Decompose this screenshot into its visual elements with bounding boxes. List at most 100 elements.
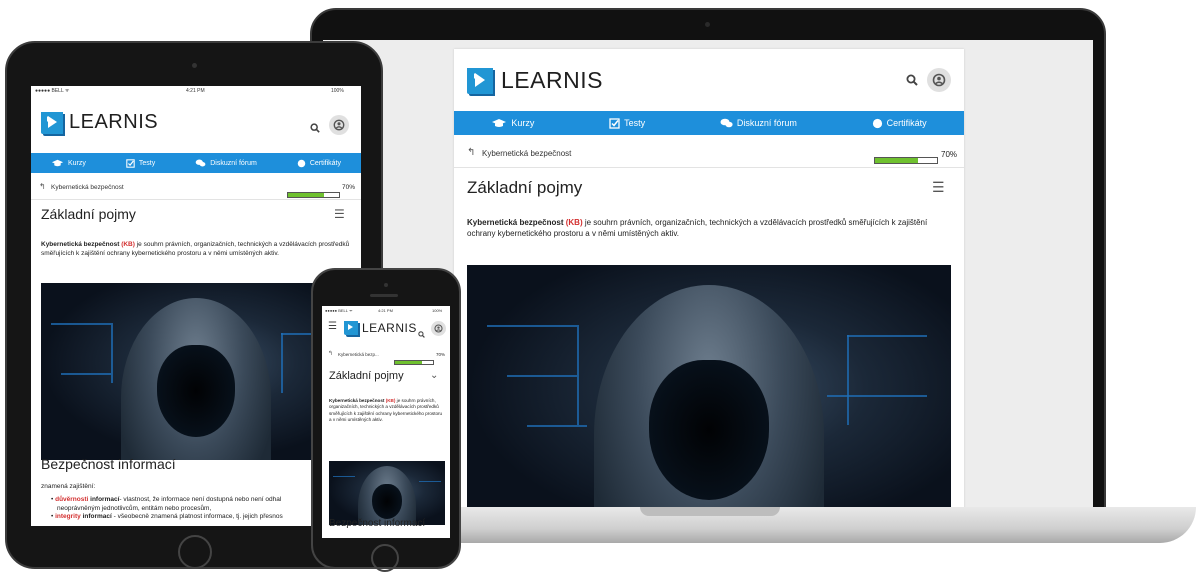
nav-item-certificates[interactable]: Certifikáty bbox=[872, 118, 927, 129]
intro-abbr: (KB) bbox=[121, 241, 135, 248]
user-icon[interactable] bbox=[431, 321, 446, 336]
user-icon[interactable] bbox=[329, 115, 349, 135]
phone-status-bar: ●●●●● BELL ᯤ 4:21 PM 100% bbox=[322, 306, 450, 314]
phone-carrier: ●●●●● BELL ᯤ bbox=[325, 308, 353, 313]
divider bbox=[454, 167, 964, 168]
search-icon[interactable] bbox=[310, 120, 320, 138]
phone-time: 4:21 PM bbox=[378, 308, 393, 313]
nav-item-forum[interactable]: Diskuzní fórum bbox=[195, 159, 257, 167]
section-title: Bezpečnost informací bbox=[329, 518, 426, 529]
search-icon[interactable] bbox=[418, 325, 425, 343]
bullet-text: neoprávněným jednotlivcům, entitám nebo … bbox=[57, 504, 212, 512]
laptop-camera bbox=[705, 22, 710, 27]
checkbox-icon bbox=[126, 158, 135, 168]
breadcrumb[interactable]: Kybernetická bezpečnost bbox=[51, 184, 124, 191]
menu-icon[interactable]: ☰ bbox=[932, 179, 945, 196]
bullet-term: integrity bbox=[55, 513, 81, 520]
progress-text: 70% bbox=[342, 184, 356, 191]
main-nav: Kurzy Testy Diskuzní fórum Certifikáty bbox=[454, 111, 964, 135]
nav-item-tests[interactable]: Testy bbox=[609, 117, 646, 129]
graduation-cap-icon bbox=[492, 119, 507, 127]
tablet-time: 4:21 PM bbox=[186, 88, 205, 94]
brand-name: LEARNIS bbox=[501, 67, 603, 93]
bullet-text: - vlastnost, že informace není dostupná … bbox=[119, 496, 282, 503]
logo-icon bbox=[344, 321, 358, 335]
intro-abbr: (KB) bbox=[385, 398, 396, 403]
user-icon[interactable] bbox=[927, 68, 951, 92]
tablet-brand[interactable]: LEARNIS bbox=[41, 111, 158, 134]
progress-fill bbox=[288, 193, 324, 197]
tablet-status-bar: ●●●●● BELL ᯤ 4:21 PM 100% bbox=[31, 86, 361, 96]
page-title: Základní pojmy bbox=[329, 370, 404, 382]
bullet-bold: informací bbox=[82, 513, 112, 520]
nav-item-forum[interactable]: Diskuzní fórum bbox=[720, 118, 797, 128]
nav-item-courses[interactable]: Kurzy bbox=[491, 118, 534, 128]
brand-name: LEARNIS bbox=[69, 111, 159, 133]
nav-forum-label: Diskuzní fórum bbox=[736, 118, 797, 128]
graduation-cap-icon bbox=[51, 159, 64, 167]
intro-term: Kybernetická bezpečnost bbox=[41, 241, 120, 248]
chat-icon bbox=[720, 118, 733, 128]
chat-icon bbox=[195, 159, 206, 167]
search-icon[interactable] bbox=[906, 73, 918, 89]
intro-term: Kybernetická bezpečnost bbox=[467, 218, 564, 227]
progress-bar bbox=[394, 360, 434, 365]
laptop-page: LEARNIS Kurzy Testy Diskuzní fórum Certi… bbox=[454, 49, 964, 507]
back-arrow-icon[interactable]: ↰ bbox=[39, 182, 46, 191]
intro-term: Kybernetická bezpečnost bbox=[329, 398, 385, 403]
phone-battery: 100% bbox=[432, 308, 443, 313]
hero-image bbox=[329, 461, 445, 525]
nav-forum-label: Diskuzní fórum bbox=[210, 159, 257, 167]
tablet-battery: 100% bbox=[331, 88, 344, 94]
nav-courses-label: Kurzy bbox=[67, 159, 86, 167]
section-title: Bezpečnost informací bbox=[41, 456, 176, 472]
chevron-down-icon[interactable]: ⌄ bbox=[430, 370, 438, 381]
hamburger-icon[interactable]: ☰ bbox=[328, 321, 337, 332]
intro-paragraph: Kybernetická bezpečnost (KB) je souhrn p… bbox=[329, 398, 445, 423]
breadcrumb[interactable]: Kybernetická bezpečnost bbox=[482, 149, 571, 158]
nav-item-tests[interactable]: Testy bbox=[126, 158, 156, 168]
nav-tests-label: Testy bbox=[624, 118, 646, 128]
page-title: Základní pojmy bbox=[467, 178, 583, 197]
laptop-notch bbox=[640, 507, 780, 516]
intro-paragraph: Kybernetická bezpečnost (KB) je souhrn p… bbox=[467, 217, 937, 239]
progress-bar bbox=[874, 157, 938, 164]
tablet-camera bbox=[192, 63, 197, 68]
nav-item-courses[interactable]: Kurzy bbox=[51, 159, 86, 167]
tablet-home-button[interactable] bbox=[178, 535, 212, 569]
page-title: Základní pojmy bbox=[41, 206, 136, 222]
phone-home-button[interactable] bbox=[371, 544, 399, 572]
play-icon bbox=[48, 116, 58, 129]
menu-icon[interactable]: ☰ bbox=[334, 207, 345, 221]
breadcrumb[interactable]: Kybernetická bezp... bbox=[338, 352, 379, 357]
hero-image bbox=[41, 283, 351, 460]
progress-bar bbox=[287, 192, 340, 198]
phone-brand[interactable]: LEARNIS bbox=[344, 321, 417, 335]
section-intro: znamená zajištění: bbox=[41, 483, 96, 490]
nav-courses-label: Kurzy bbox=[511, 118, 535, 128]
bullet-text: - všeobecně znamená platnost informace, … bbox=[113, 513, 283, 520]
progress-fill bbox=[395, 361, 422, 364]
logo-icon bbox=[467, 67, 493, 94]
nav-certificates-label: Certifikáty bbox=[886, 118, 927, 128]
progress-text: 70% bbox=[436, 352, 446, 357]
progress-fill bbox=[875, 158, 919, 163]
laptop-brand[interactable]: LEARNIS bbox=[467, 67, 603, 94]
back-arrow-icon[interactable]: ↰ bbox=[467, 147, 475, 158]
bullet-bold: informací bbox=[90, 496, 120, 503]
progress-text: 70% bbox=[941, 150, 958, 159]
back-arrow-icon[interactable]: ↰ bbox=[328, 350, 333, 357]
brand-name: LEARNIS bbox=[362, 321, 417, 335]
bullet-term: důvěrnosti bbox=[55, 496, 89, 503]
divider bbox=[31, 199, 361, 200]
phone-camera bbox=[384, 283, 388, 287]
nav-item-certificates[interactable]: Certifikáty bbox=[297, 159, 341, 168]
phone-speaker bbox=[370, 294, 398, 297]
badge-icon bbox=[872, 118, 882, 128]
nav-certificates-label: Certifikáty bbox=[309, 159, 341, 167]
hero-image bbox=[467, 265, 951, 507]
intro-paragraph: Kybernetická bezpečnost (KB) je souhrn p… bbox=[41, 240, 353, 258]
nav-tests-label: Testy bbox=[138, 159, 156, 167]
phone-screen: ●●●●● BELL ᯤ 4:21 PM 100% ☰ LEARNIS ↰ Ky… bbox=[322, 306, 450, 538]
play-icon bbox=[348, 324, 354, 331]
